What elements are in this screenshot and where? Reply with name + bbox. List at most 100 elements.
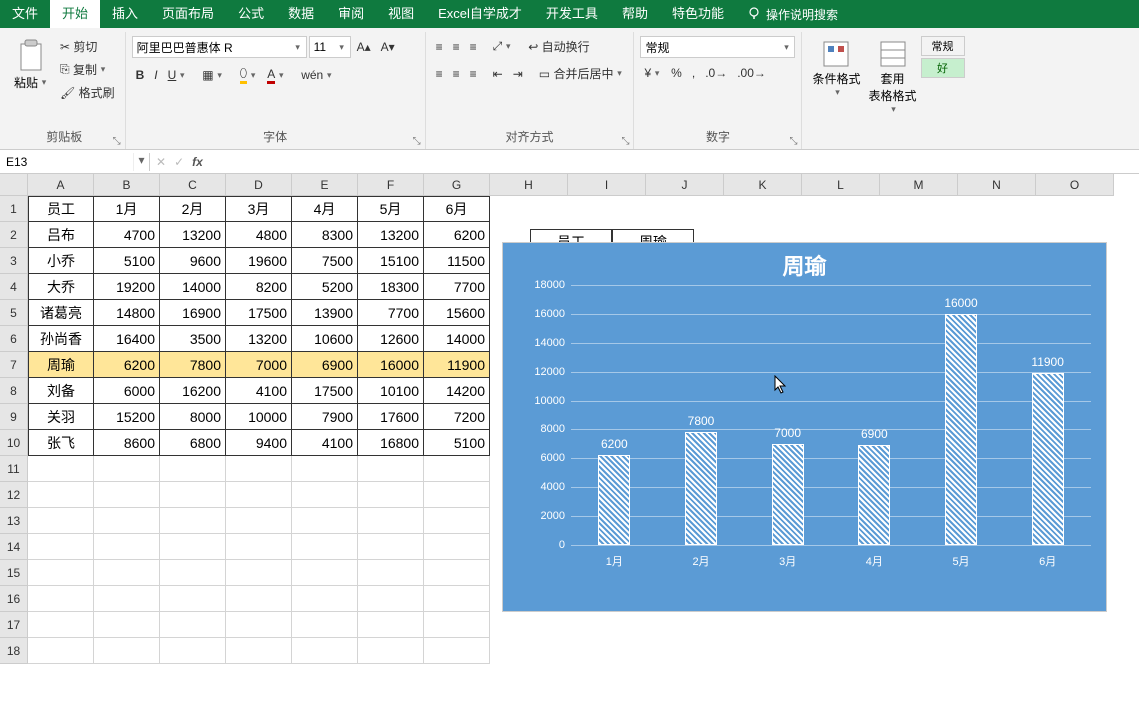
cell-A14[interactable] <box>28 534 94 560</box>
conditional-format-button[interactable]: 条件格式▾ <box>808 36 864 100</box>
cell-D9[interactable]: 10000 <box>226 404 292 430</box>
cell-A18[interactable] <box>28 638 94 664</box>
cell-E5[interactable]: 13900 <box>292 300 358 326</box>
col-head-G[interactable]: G <box>424 174 490 196</box>
col-head-H[interactable]: H <box>490 174 568 196</box>
col-head-C[interactable]: C <box>160 174 226 196</box>
row-head-11[interactable]: 11 <box>0 456 28 482</box>
cell-E3[interactable]: 7500 <box>292 248 358 274</box>
cell-C1[interactable]: 2月 <box>160 196 226 222</box>
cell-B8[interactable]: 6000 <box>94 378 160 404</box>
row-head-4[interactable]: 4 <box>0 274 28 300</box>
cell-D16[interactable] <box>226 586 292 612</box>
col-head-A[interactable]: A <box>28 174 94 196</box>
cell-C16[interactable] <box>160 586 226 612</box>
cell-E10[interactable]: 4100 <box>292 430 358 456</box>
row-head-10[interactable]: 10 <box>0 430 28 456</box>
merge-center-button[interactable]: ▭ 合并后居中▾ <box>535 63 628 84</box>
cell-D12[interactable] <box>226 482 292 508</box>
align-bottom-button[interactable]: ≡ <box>466 38 481 56</box>
cut-button[interactable]: ✂ 剪切 <box>56 36 119 57</box>
tab-review[interactable]: 审阅 <box>326 0 376 28</box>
cell-D2[interactable]: 4800 <box>226 222 292 248</box>
cell-F15[interactable] <box>358 560 424 586</box>
number-expand-icon[interactable]: ⤡ <box>789 136 797 147</box>
cell-D17[interactable] <box>226 612 292 638</box>
cell-B10[interactable]: 8600 <box>94 430 160 456</box>
row-head-3[interactable]: 3 <box>0 248 28 274</box>
cell-B12[interactable] <box>94 482 160 508</box>
col-head-L[interactable]: L <box>802 174 880 196</box>
cell-B15[interactable] <box>94 560 160 586</box>
row-head-13[interactable]: 13 <box>0 508 28 534</box>
cell-G17[interactable] <box>424 612 490 638</box>
tab-excel-self-study[interactable]: Excel自学成才 <box>426 0 534 28</box>
wrap-text-button[interactable]: ↩ 自动换行 <box>524 36 593 57</box>
cell-G15[interactable] <box>424 560 490 586</box>
chart-bar[interactable] <box>598 455 630 545</box>
row-head-16[interactable]: 16 <box>0 586 28 612</box>
cell-F3[interactable]: 15100 <box>358 248 424 274</box>
font-color-button[interactable]: A▾ <box>263 65 289 86</box>
cell-B9[interactable]: 15200 <box>94 404 160 430</box>
cell-G1[interactable]: 6月 <box>424 196 490 222</box>
underline-button[interactable]: U▾ <box>164 66 191 84</box>
tab-home[interactable]: 开始 <box>50 0 100 28</box>
col-head-F[interactable]: F <box>358 174 424 196</box>
chart-bar[interactable] <box>858 445 890 545</box>
clipboard-expand-icon[interactable]: ⤡ <box>113 136 121 147</box>
cell-G18[interactable] <box>424 638 490 664</box>
cell-F14[interactable] <box>358 534 424 560</box>
col-head-B[interactable]: B <box>94 174 160 196</box>
cell-B7[interactable]: 6200 <box>94 352 160 378</box>
chart-bar[interactable] <box>1032 373 1064 545</box>
number-format-combo[interactable]: 常规▾ <box>640 36 795 58</box>
cell-A8[interactable]: 刘备 <box>28 378 94 404</box>
cell-A3[interactable]: 小乔 <box>28 248 94 274</box>
cell-E18[interactable] <box>292 638 358 664</box>
tell-me-search[interactable]: 操作说明搜索 <box>736 6 848 23</box>
cell-G9[interactable]: 7200 <box>424 404 490 430</box>
cell-D15[interactable] <box>226 560 292 586</box>
decrease-decimal-button[interactable]: .00→ <box>733 64 770 82</box>
cell-C10[interactable]: 6800 <box>160 430 226 456</box>
cell-D1[interactable]: 3月 <box>226 196 292 222</box>
col-head-N[interactable]: N <box>958 174 1036 196</box>
cell-C15[interactable] <box>160 560 226 586</box>
cell-F7[interactable]: 16000 <box>358 352 424 378</box>
cell-B4[interactable]: 19200 <box>94 274 160 300</box>
cell-A5[interactable]: 诸葛亮 <box>28 300 94 326</box>
cell-E17[interactable] <box>292 612 358 638</box>
align-middle-button[interactable]: ≡ <box>449 38 464 56</box>
cell-A10[interactable]: 张飞 <box>28 430 94 456</box>
cell-A16[interactable] <box>28 586 94 612</box>
cell-G12[interactable] <box>424 482 490 508</box>
cell-C9[interactable]: 8000 <box>160 404 226 430</box>
cell-C17[interactable] <box>160 612 226 638</box>
cell-C4[interactable]: 14000 <box>160 274 226 300</box>
cell-E11[interactable] <box>292 456 358 482</box>
percent-button[interactable]: % <box>667 64 686 82</box>
cell-E1[interactable]: 4月 <box>292 196 358 222</box>
cell-F13[interactable] <box>358 508 424 534</box>
cell-F12[interactable] <box>358 482 424 508</box>
cell-G6[interactable]: 14000 <box>424 326 490 352</box>
row-head-5[interactable]: 5 <box>0 300 28 326</box>
font-name-combo[interactable]: 阿里巴巴普惠体 R▾ <box>132 36 307 58</box>
tab-file[interactable]: 文件 <box>0 0 50 28</box>
cell-B5[interactable]: 14800 <box>94 300 160 326</box>
cell-G7[interactable]: 11900 <box>424 352 490 378</box>
cell-F4[interactable]: 18300 <box>358 274 424 300</box>
fill-color-button[interactable]: ⬯▾ <box>236 64 262 86</box>
border-button[interactable]: ▦▾ <box>198 66 227 84</box>
comma-button[interactable]: , <box>688 64 699 82</box>
tab-formulas[interactable]: 公式 <box>226 0 276 28</box>
cell-A6[interactable]: 孙尚香 <box>28 326 94 352</box>
currency-button[interactable]: ¥▾ <box>640 64 665 82</box>
cell-F17[interactable] <box>358 612 424 638</box>
cell-F5[interactable]: 7700 <box>358 300 424 326</box>
tab-view[interactable]: 视图 <box>376 0 426 28</box>
paste-button[interactable]: 粘贴▾ <box>10 36 52 93</box>
tab-page-layout[interactable]: 页面布局 <box>150 0 226 28</box>
cell-F18[interactable] <box>358 638 424 664</box>
